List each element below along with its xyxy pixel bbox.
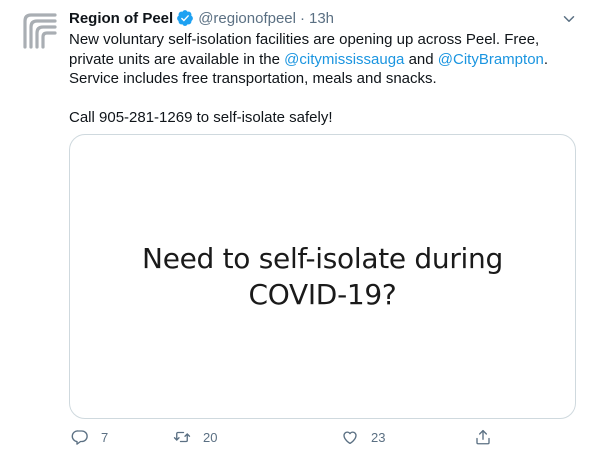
region-of-peel-logo-icon [23, 13, 57, 49]
tweet-text-part: and [404, 50, 438, 68]
retweet-count: 20 [203, 429, 218, 445]
reply-button[interactable]: 7 [71, 428, 108, 446]
tweet-text-paragraph: Call 905-281-1269 to self-isolate safely… [69, 109, 333, 127]
chevron-down-icon[interactable] [560, 10, 578, 28]
media-video[interactable]: Need to self-isolate during COVID-19? [69, 134, 576, 419]
display-name[interactable]: Region of Peel [69, 10, 173, 27]
verified-badge-icon [177, 10, 194, 26]
reply-count: 7 [101, 429, 109, 445]
like-button[interactable]: 23 [341, 428, 385, 446]
handle[interactable]: @regionofpeel [198, 10, 296, 27]
share-button[interactable] [474, 428, 492, 446]
retweet-button[interactable]: 20 [173, 428, 217, 446]
mention-link[interactable]: @citymississauga [284, 51, 404, 68]
tweet[interactable]: Region of Peel @regionofpeel · 13h New v… [0, 0, 590, 452]
retweet-icon [173, 431, 191, 443]
media-caption-line: COVID-19? [248, 277, 397, 311]
media-caption-line: Need to self-isolate during [142, 241, 503, 275]
mention-link[interactable]: @CityBrampton [438, 51, 544, 68]
share-icon [476, 429, 490, 445]
reply-icon [71, 430, 88, 445]
tweet-text: New voluntary self-isolation facilities … [69, 30, 569, 128]
media-caption: Need to self-isolate during COVID-19? [142, 241, 503, 313]
avatar[interactable] [15, 7, 63, 55]
tweet-text-paragraph: New voluntary self-isolation facilities … [69, 30, 569, 89]
tweet-header: Region of Peel @regionofpeel · 13h [69, 8, 334, 28]
action-bar: 7 20 23 [69, 428, 569, 450]
separator-dot: · [299, 9, 305, 27]
heart-icon [343, 431, 357, 445]
like-count: 23 [371, 429, 386, 445]
timestamp[interactable]: 13h [309, 10, 334, 27]
